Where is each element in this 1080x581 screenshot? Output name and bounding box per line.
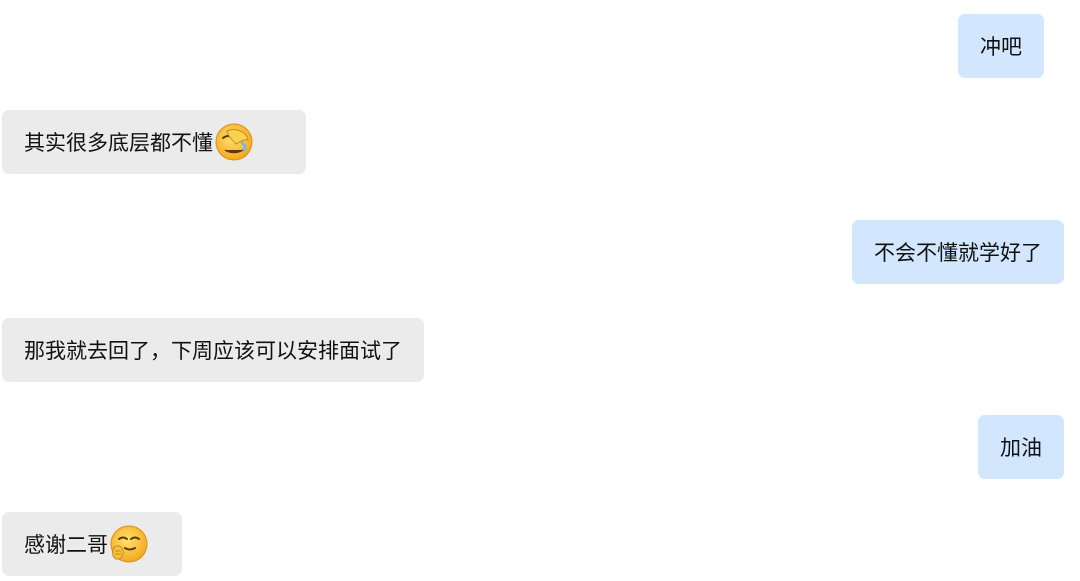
- message-bubble-sent[interactable]: 不会不懂就学好了: [852, 220, 1064, 284]
- message-text: 感谢二哥: [24, 533, 108, 557]
- message-bubble-sent[interactable]: 冲吧: [958, 14, 1044, 78]
- message-text: 加油: [1000, 436, 1042, 460]
- message-bubble-received[interactable]: 那我就去回了，下周应该可以安排面试了: [2, 318, 424, 382]
- chat-message-list: 冲吧 其实很多底层都不懂 不会不懂就学好了 那我就去回了，下周应该可以安排面试了…: [0, 0, 1080, 581]
- message-text: 其实很多底层都不懂: [24, 131, 213, 155]
- message-bubble-sent[interactable]: 加油: [978, 415, 1064, 479]
- message-bubble-received[interactable]: 感谢二哥: [2, 512, 182, 576]
- message-bubble-received[interactable]: 其实很多底层都不懂: [2, 110, 306, 174]
- thank-you-emoji-icon: [109, 524, 149, 564]
- message-text: 那我就去回了，下周应该可以安排面试了: [24, 339, 402, 363]
- message-text: 冲吧: [980, 35, 1022, 59]
- message-text: 不会不懂就学好了: [874, 241, 1042, 265]
- facepalm-emoji-icon: [214, 122, 254, 162]
